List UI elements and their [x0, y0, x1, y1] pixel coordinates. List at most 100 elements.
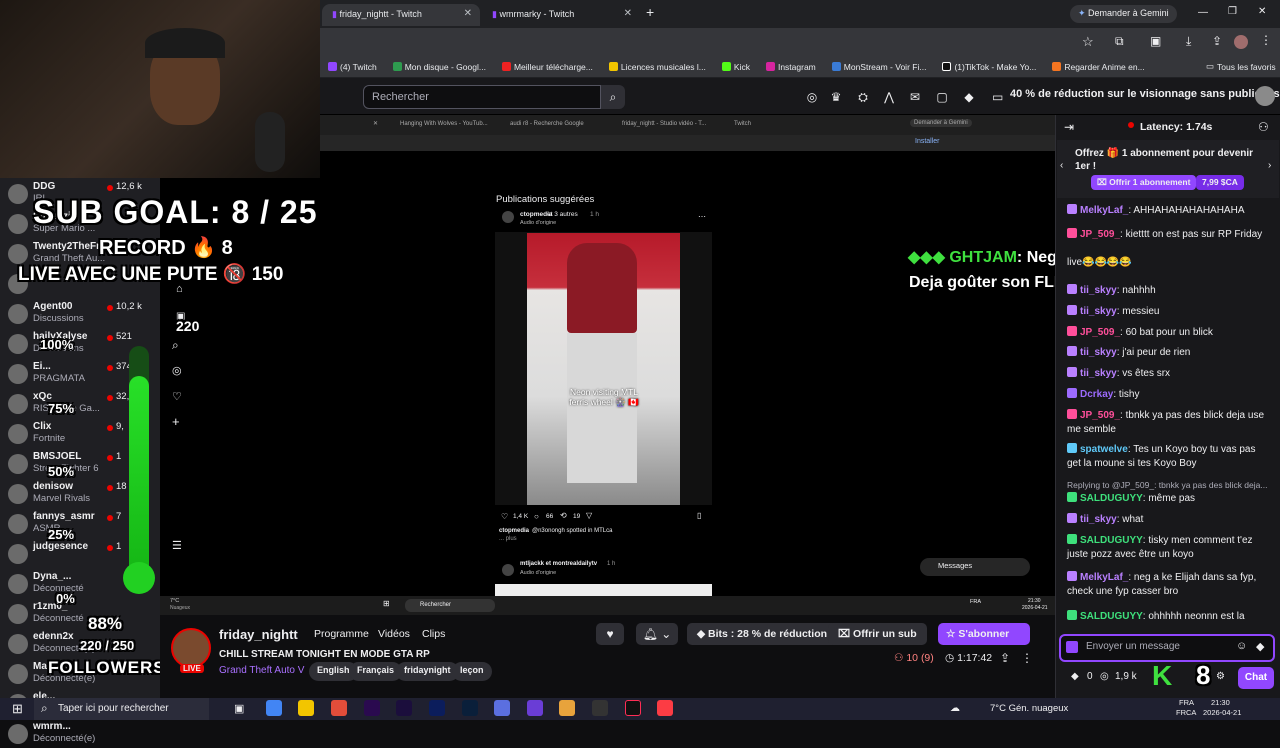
nav-clips[interactable]: Clips: [422, 628, 445, 640]
sidebar-icon[interactable]: ▣: [1150, 34, 1161, 48]
goal-label-100: 100%: [40, 337, 74, 352]
collapse-chat-icon[interactable]: ⇥: [1064, 120, 1074, 134]
chart-icon[interactable]: ⋀: [882, 90, 896, 104]
star-icon[interactable]: ☆: [1082, 34, 1094, 50]
more-icon[interactable]: ⋮: [1021, 651, 1033, 665]
app-icon[interactable]: [559, 700, 575, 716]
close-icon[interactable]: ✕: [624, 8, 632, 19]
chat-username[interactable]: SALDUGUYY: [1080, 535, 1143, 546]
chat-send-button[interactable]: Chat: [1238, 667, 1274, 689]
crown-icon[interactable]: ♛: [829, 90, 843, 104]
chat-username[interactable]: tii_skyy: [1080, 306, 1117, 317]
chat-username[interactable]: tii_skyy: [1080, 285, 1117, 296]
bookmark-music[interactable]: Licences musicales l...: [603, 62, 712, 72]
chat-username[interactable]: spatwelve: [1080, 444, 1128, 455]
channel-avatar[interactable]: [171, 628, 211, 668]
notifications-button[interactable]: 🔔︎ ⌄: [636, 623, 678, 645]
prev-arrow-icon[interactable]: ‹: [1060, 160, 1063, 171]
music-icon[interactable]: [657, 700, 673, 716]
follow-heart-button[interactable]: ♥: [596, 623, 624, 645]
browser-app-icon[interactable]: [331, 700, 347, 716]
gift-sub-button[interactable]: ⌧ Offrir un sub: [828, 623, 927, 645]
bookmark-monstream[interactable]: MonStream - Voir Fi...: [826, 62, 933, 72]
chat-username[interactable]: SALDUGUYY: [1080, 493, 1143, 504]
tag-francais[interactable]: Français: [349, 662, 403, 681]
bookmark-anime[interactable]: Regarder Anime en...: [1046, 62, 1150, 72]
all-favorites[interactable]: ▭ Tous les favoris: [1200, 61, 1280, 72]
task-view-icon[interactable]: ▣: [234, 702, 244, 715]
tab-friday-nightt[interactable]: ▮ friday_nightt - Twitch ✕: [322, 4, 480, 26]
chat-users-icon[interactable]: ⚇: [1258, 120, 1269, 134]
chrome-icon[interactable]: [266, 700, 282, 716]
menu-icon[interactable]: ⋮: [1260, 33, 1272, 47]
bookmark-downloader[interactable]: Meilleur télécharge...: [496, 62, 599, 72]
nav-videos[interactable]: Vidéos: [378, 628, 410, 640]
settings-icon[interactable]: ⚙: [1216, 671, 1225, 682]
tiktok-icon[interactable]: [625, 700, 641, 716]
user-avatar[interactable]: [1255, 86, 1275, 106]
maximize-icon[interactable]: ❐: [1228, 6, 1237, 17]
chat-username[interactable]: MelkyLaf_: [1080, 205, 1128, 216]
chat-username[interactable]: JP_509_: [1080, 410, 1120, 421]
bookmark-instagram[interactable]: Instagram: [760, 62, 822, 72]
media-encoder-icon[interactable]: [429, 700, 445, 716]
stream-game[interactable]: Grand Theft Auto V: [219, 665, 304, 676]
search-input[interactable]: Rechercher: [363, 85, 601, 109]
chat-username[interactable]: tii_skyy: [1080, 368, 1117, 379]
emote-icon[interactable]: ☺: [1236, 640, 1247, 652]
chat-username[interactable]: MelkyLaf_: [1080, 572, 1128, 583]
channel-name[interactable]: friday_nightt: [219, 627, 298, 642]
close-window-icon[interactable]: ✕: [1258, 6, 1266, 17]
channel-points-icon[interactable]: ◎: [1100, 671, 1109, 682]
nav-program[interactable]: Programme: [314, 628, 369, 640]
bookmark-twitch[interactable]: (4) Twitch: [322, 62, 383, 72]
profile-avatar[interactable]: [1234, 35, 1248, 49]
share-icon[interactable]: ⇪: [1000, 651, 1010, 665]
share-icon[interactable]: ⇪: [1212, 34, 1222, 48]
close-icon[interactable]: ✕: [464, 8, 472, 19]
sidebar-channel[interactable]: wmrm... Déconnecté(e): [0, 718, 160, 748]
windows-icon[interactable]: ⊞: [12, 701, 23, 717]
tag-fridaynight[interactable]: fridaynight: [396, 662, 459, 681]
chat-username[interactable]: JP_509_: [1080, 327, 1120, 338]
gemini-button[interactable]: ✦ Demander à Gemini: [1070, 5, 1177, 23]
drops-icon[interactable]: ◎: [805, 90, 819, 104]
chat-username[interactable]: Dcrkay: [1080, 389, 1113, 400]
sidebar-channel[interactable]: r1zm0_ Déconnecté: [0, 598, 160, 628]
after-effects-icon[interactable]: [396, 700, 412, 716]
mail-icon[interactable]: ✉: [908, 90, 922, 104]
premiere-icon[interactable]: [364, 700, 380, 716]
ad-free-promo[interactable]: 40 % de réduction sur le visionnage sans…: [1010, 88, 1280, 100]
sidebar-channel[interactable]: Agent00 Discussions 10,2 k: [0, 298, 160, 328]
gift-price[interactable]: 7,99 $CA: [1196, 175, 1244, 190]
obs-icon[interactable]: [592, 700, 608, 716]
file-explorer-icon[interactable]: [298, 700, 314, 716]
badge-icon[interactable]: [1066, 641, 1078, 653]
bits-icon[interactable]: ◆: [962, 90, 976, 104]
bits-icon[interactable]: ◆: [1256, 640, 1264, 653]
download-icon[interactable]: ⤓: [1186, 34, 1191, 49]
bits-button[interactable]: ◆ Bits : 28 % de réduction: [687, 623, 838, 645]
chat-username[interactable]: tii_skyy: [1080, 347, 1117, 358]
bookmark-kick[interactable]: Kick: [716, 62, 756, 72]
tab-wmrmarky[interactable]: ▮ wmrmarky - Twitch ✕: [482, 4, 640, 26]
tag-lecon[interactable]: leçon: [452, 662, 492, 681]
chat-username[interactable]: JP_509_: [1080, 229, 1120, 240]
vpn-icon[interactable]: [527, 700, 543, 716]
extensions-icon[interactable]: ⧉: [1115, 34, 1124, 49]
chat-username[interactable]: tii_skyy: [1080, 514, 1117, 525]
bookmark-drive[interactable]: Mon disque - Googl...: [387, 62, 492, 72]
minimize-icon[interactable]: —: [1198, 7, 1208, 18]
gift-sub-chat-button[interactable]: ⌧ Offrir 1 abonnement: [1091, 175, 1197, 190]
search-button[interactable]: ⌕: [601, 85, 625, 109]
chat-username[interactable]: SALDUGUYY: [1080, 611, 1143, 622]
new-tab-button[interactable]: +: [646, 4, 654, 20]
discord-icon[interactable]: [494, 700, 510, 716]
subscribe-button[interactable]: ☆ S'abonner: [938, 623, 1030, 645]
taskbar-search[interactable]: ⌕ Taper ici pour rechercher: [34, 698, 209, 720]
next-arrow-icon[interactable]: ›: [1268, 160, 1271, 171]
bookmark-tiktok[interactable]: (1)TikTok - Make Yo...: [936, 62, 1042, 72]
prime-icon[interactable]: ⛭: [856, 90, 870, 104]
photoshop-icon[interactable]: [462, 700, 478, 716]
chat-bubble-icon[interactable]: ▢: [935, 90, 949, 104]
